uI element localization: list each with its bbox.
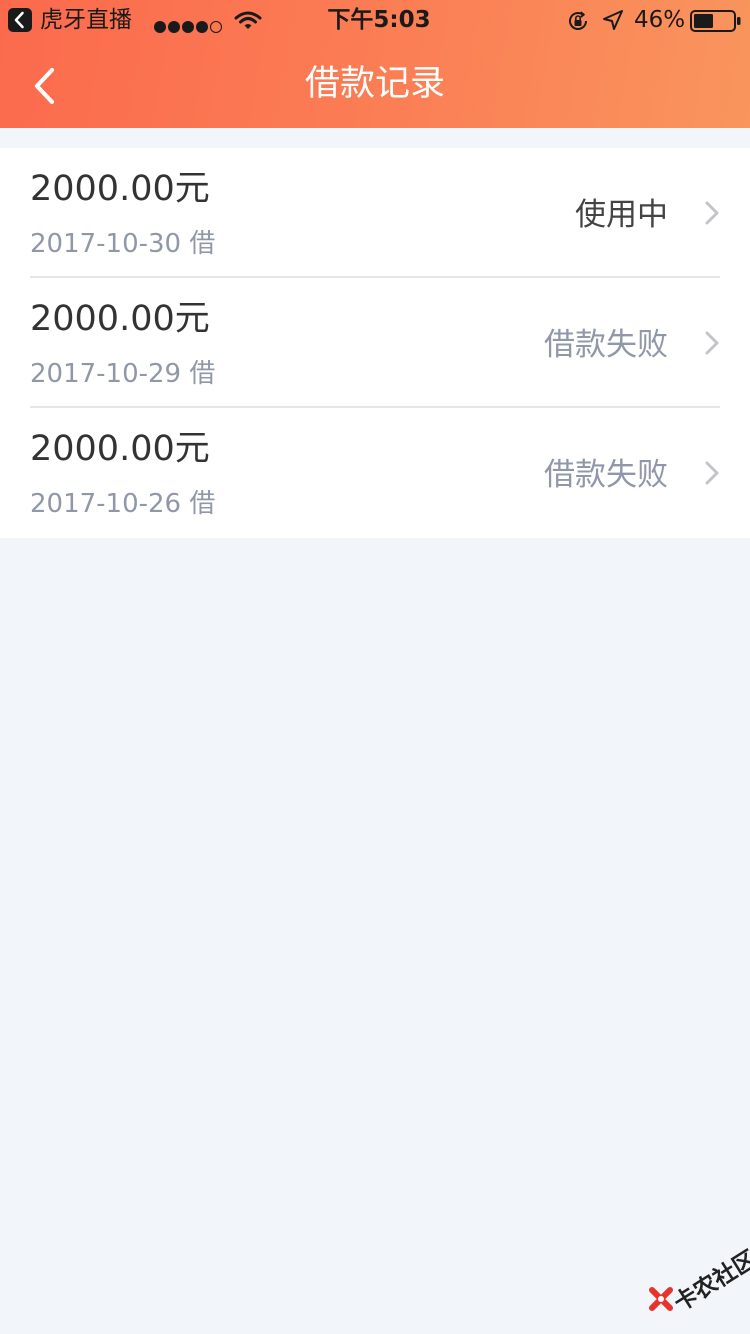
loan-status: 借款失败 bbox=[544, 457, 668, 493]
battery-icon bbox=[690, 10, 742, 39]
loan-date: 2017-10-26 借 bbox=[30, 489, 216, 519]
loan-amount: 2000.00元 bbox=[30, 429, 210, 469]
location-arrow-icon bbox=[602, 9, 624, 38]
loan-amount: 2000.00元 bbox=[30, 169, 210, 209]
chevron-right-icon bbox=[705, 461, 719, 485]
loan-amount: 2000.00元 bbox=[30, 299, 210, 339]
watermark: 卡农社区 bbox=[640, 1240, 750, 1320]
status-bar: 虎牙直播 下午5:03 46% bbox=[0, 0, 750, 40]
chevron-right-icon bbox=[705, 331, 719, 355]
loan-records-list: 2000.00元 2017-10-30 借 使用中 2000.00元 2017-… bbox=[0, 148, 750, 538]
chevron-right-icon bbox=[705, 201, 719, 225]
loan-status: 使用中 bbox=[575, 197, 668, 233]
loan-date: 2017-10-29 借 bbox=[30, 359, 216, 389]
header: 虎牙直播 下午5:03 46% 借款记录 bbox=[0, 0, 750, 128]
watermark-text: 卡农社区 bbox=[669, 1246, 750, 1317]
loan-record-row[interactable]: 2000.00元 2017-10-29 借 借款失败 bbox=[0, 278, 750, 408]
loan-status: 借款失败 bbox=[544, 327, 668, 363]
battery-percentage: 46% bbox=[634, 7, 686, 33]
loan-record-row[interactable]: 2000.00元 2017-10-30 借 使用中 bbox=[0, 148, 750, 278]
loan-date: 2017-10-30 借 bbox=[30, 229, 216, 259]
loan-record-row[interactable]: 2000.00元 2017-10-26 借 借款失败 bbox=[0, 408, 750, 538]
orientation-lock-icon bbox=[566, 9, 590, 40]
page-title: 借款记录 bbox=[304, 64, 445, 104]
